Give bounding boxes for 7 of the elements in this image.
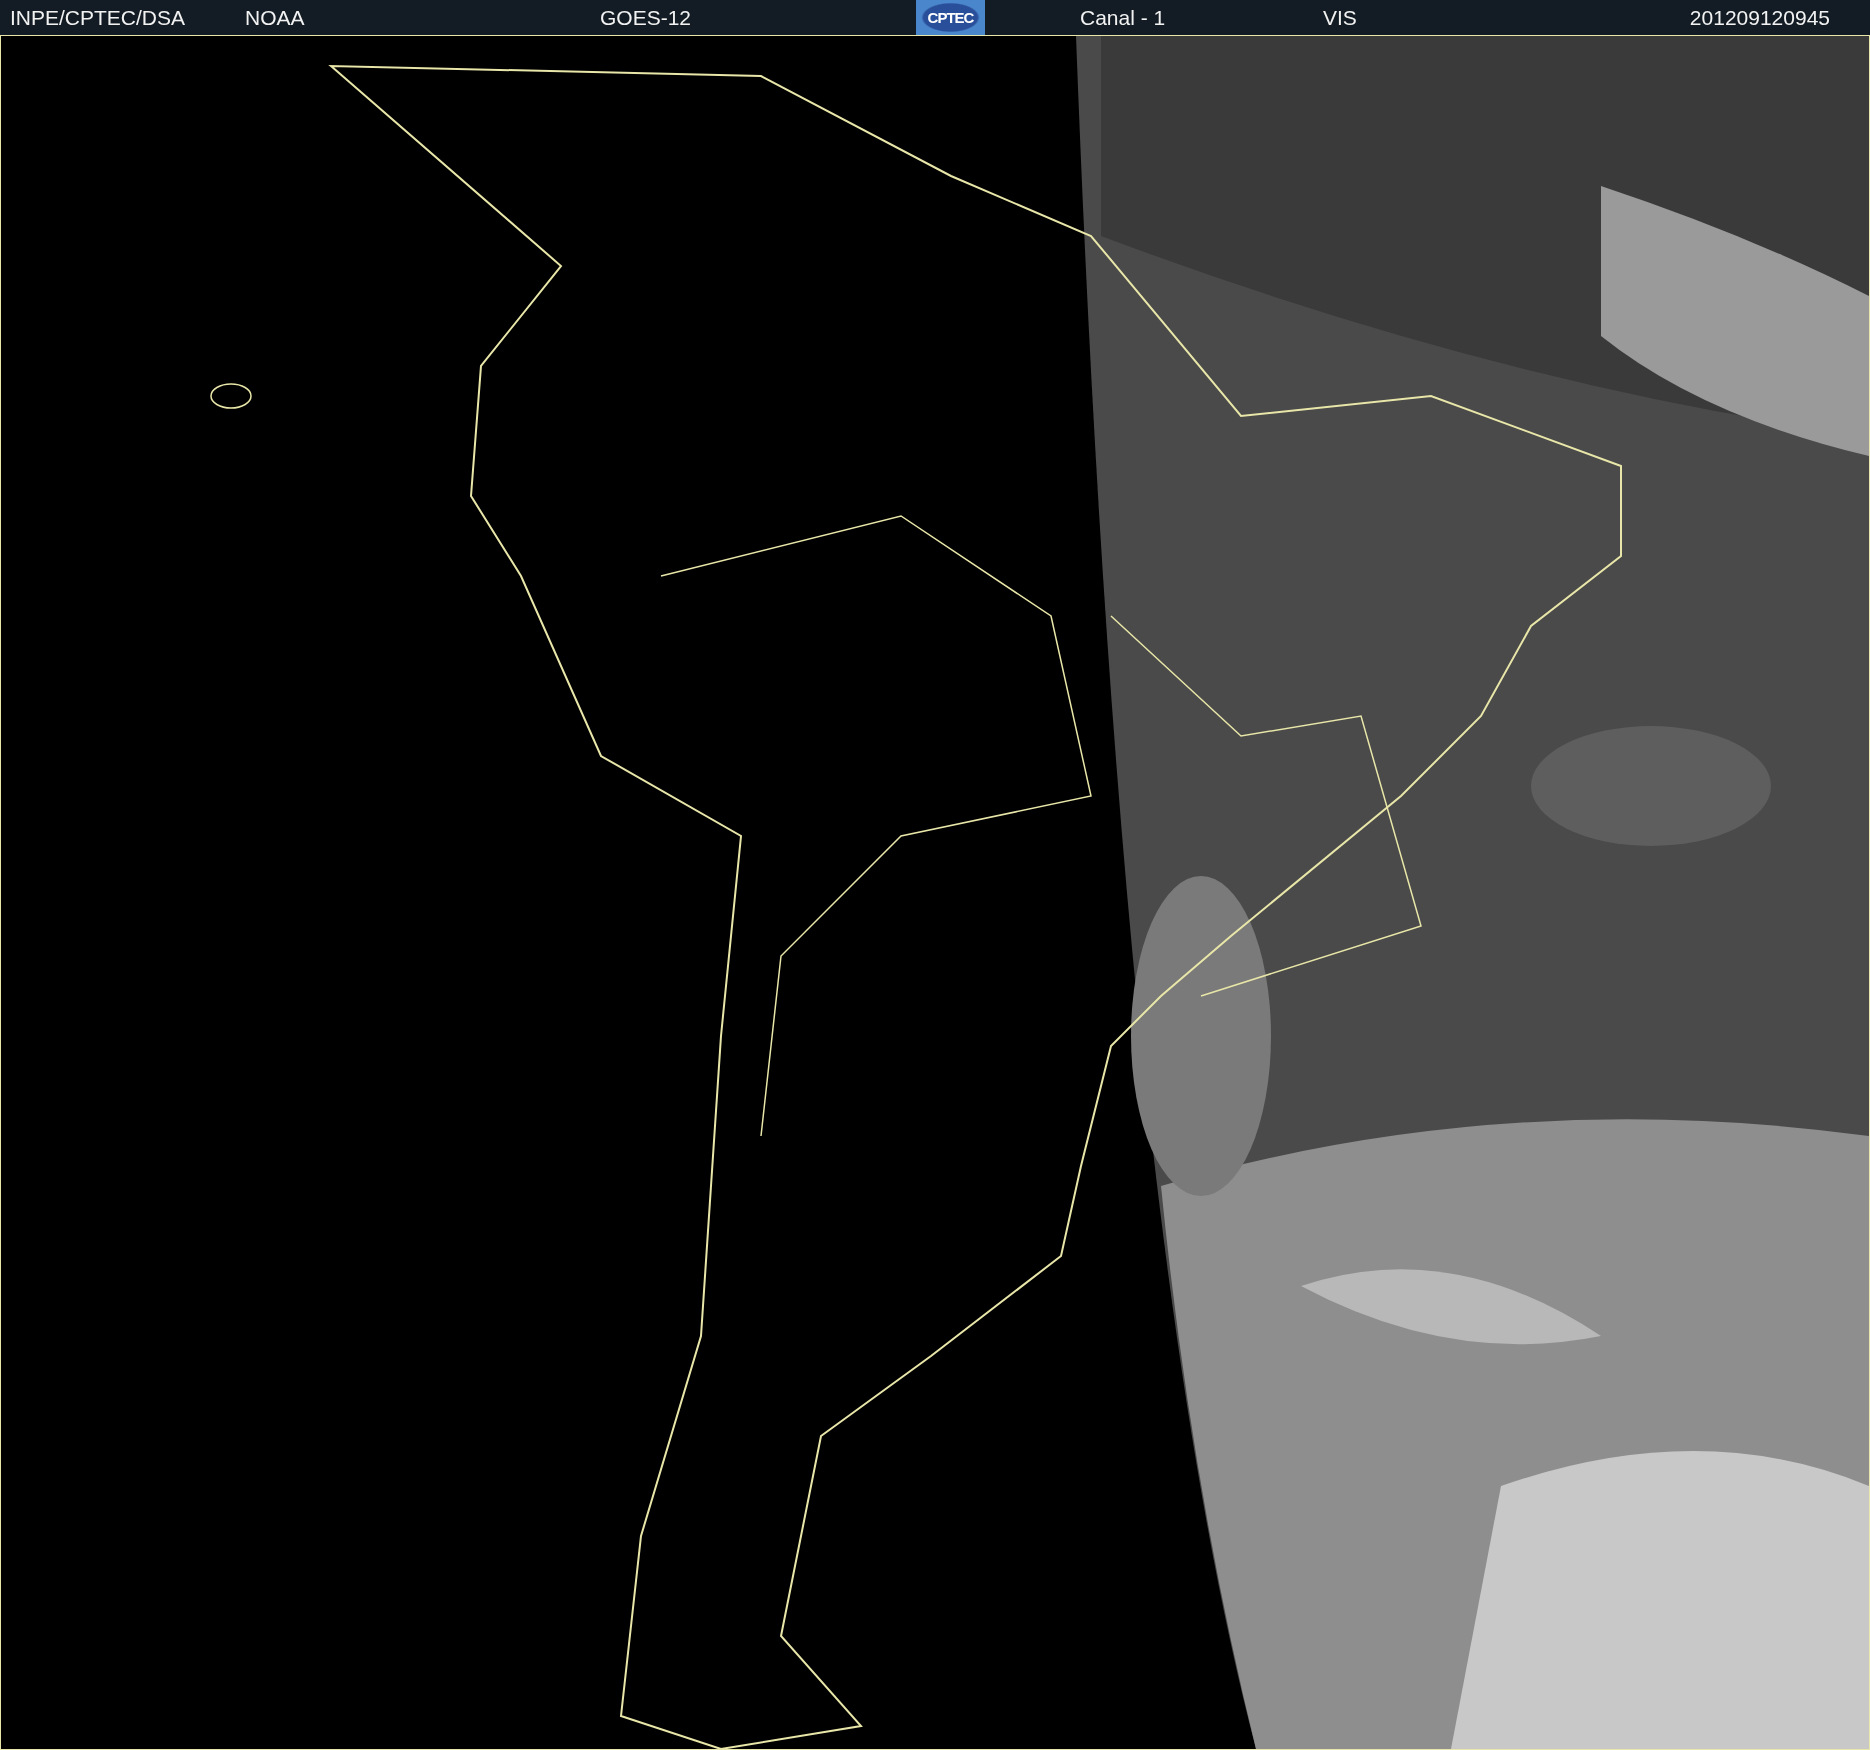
timestamp-label: 201209120945: [1689, 5, 1830, 30]
source-label: INPE/CPTEC/DSA: [10, 5, 186, 30]
logo: CPTEC: [916, 0, 985, 35]
channel-label: Canal - 1: [1080, 5, 1166, 30]
agency-label: NOAA: [245, 5, 305, 30]
satellite-label: GOES-12: [600, 5, 692, 30]
band-label: VIS: [1323, 5, 1357, 30]
